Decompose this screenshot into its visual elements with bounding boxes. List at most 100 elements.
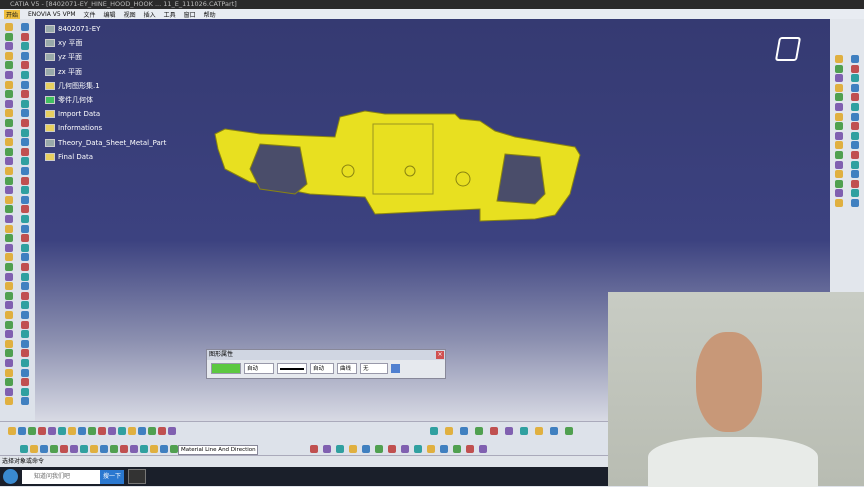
toolbar-icon[interactable] (150, 445, 158, 453)
toolbar-icon[interactable] (835, 179, 843, 188)
toolbar-icon[interactable] (5, 186, 13, 195)
toolbar-icon[interactable] (21, 311, 29, 319)
toolbar-icon[interactable] (5, 339, 13, 348)
toolbar-icon[interactable] (110, 445, 118, 453)
toolbar-icon[interactable] (21, 205, 29, 214)
menu-insert[interactable]: 插入 (144, 10, 156, 19)
tree-item-theory-data[interactable]: Theory_Data_Sheet_Metal_Part (40, 136, 166, 150)
toolbar-icon[interactable] (835, 55, 843, 63)
toolbar-icon[interactable] (21, 291, 29, 300)
catia-task-icon[interactable] (128, 469, 146, 484)
toolbar-icon[interactable] (851, 189, 859, 198)
toolbar-icon[interactable] (323, 445, 331, 453)
start-button[interactable] (3, 469, 18, 484)
toolbar-icon[interactable] (5, 387, 13, 396)
point-type-select[interactable]: 曲线 (337, 363, 357, 374)
toolbar-icon[interactable] (835, 122, 843, 131)
toolbar-icon[interactable] (5, 205, 13, 214)
toolbar-icon[interactable] (851, 122, 859, 131)
toolbar-icon[interactable] (21, 339, 29, 348)
layer-select[interactable]: 无 (360, 363, 388, 374)
toolbar-icon[interactable] (21, 128, 29, 137)
search-button[interactable]: 搜一下 (100, 470, 124, 484)
toolbar-icon[interactable] (5, 23, 13, 31)
toolbar-icon[interactable] (5, 272, 13, 281)
toolbar-icon[interactable] (349, 445, 357, 453)
toolbar-icon[interactable] (70, 445, 78, 453)
toolbar-icon[interactable] (21, 119, 29, 127)
specification-tree[interactable]: 8402071-EY xy 平面 yz 平面 zx 平面 几何图形集.1 零件几… (40, 22, 166, 164)
toolbar-icon[interactable] (21, 397, 29, 406)
toolbar-icon[interactable] (851, 160, 859, 169)
toolbar-icon[interactable] (21, 186, 29, 195)
toolbar-icon[interactable] (851, 55, 859, 63)
menu-help[interactable]: 帮助 (204, 10, 216, 19)
toolbar-icon[interactable] (5, 311, 13, 319)
toolbar-icon[interactable] (5, 51, 13, 60)
toolbar-icon[interactable] (5, 195, 13, 204)
toolbar-icon[interactable] (21, 32, 29, 41)
toolbar-icon[interactable] (5, 243, 13, 252)
toolbar-icon[interactable] (505, 427, 513, 435)
toolbar-icon[interactable] (21, 387, 29, 396)
toolbar-icon[interactable] (28, 427, 36, 435)
toolbar-icon[interactable] (445, 427, 453, 435)
toolbar-icon[interactable] (38, 427, 46, 435)
toolbar-icon[interactable] (140, 445, 148, 453)
toolbar-icon[interactable] (835, 103, 843, 111)
tree-item-informations[interactable]: Informations (40, 121, 166, 135)
painter-icon[interactable] (391, 364, 400, 373)
toolbar-icon[interactable] (5, 128, 13, 137)
toolbar-icon[interactable] (21, 195, 29, 204)
toolbar-icon[interactable] (5, 330, 13, 339)
toolbar-icon[interactable] (21, 80, 29, 89)
toolbar-icon[interactable] (5, 99, 13, 108)
toolbar-icon[interactable] (427, 445, 435, 453)
toolbar-icon[interactable] (90, 445, 98, 453)
toolbar-icon[interactable] (21, 320, 29, 329)
toolbar-icon[interactable] (535, 427, 543, 435)
toolbar-icon[interactable] (5, 349, 13, 358)
search-input[interactable]: 知道问我们吧 (22, 470, 100, 484)
toolbar-icon[interactable] (851, 199, 859, 207)
toolbar-icon[interactable] (835, 131, 843, 140)
toolbar-icon[interactable] (50, 445, 58, 453)
toolbar-icon[interactable] (21, 349, 29, 358)
menu-start[interactable]: 开始 (4, 9, 21, 19)
toolbar-icon[interactable] (851, 170, 859, 179)
toolbar-icon[interactable] (520, 427, 528, 435)
toolbar-icon[interactable] (8, 427, 16, 435)
close-icon[interactable]: × (436, 351, 444, 359)
compass-icon[interactable] (774, 37, 802, 61)
toolbar-icon[interactable] (5, 378, 13, 387)
toolbar-icon[interactable] (5, 167, 13, 175)
material-select[interactable]: Material Line And Direction (178, 445, 258, 455)
toolbar-icon[interactable] (21, 109, 29, 118)
toolbar-icon[interactable] (5, 282, 13, 291)
toolbar-icon[interactable] (5, 291, 13, 300)
toolbar-icon[interactable] (5, 32, 13, 41)
toolbar-icon[interactable] (5, 61, 13, 70)
toolbar-icon[interactable] (21, 378, 29, 387)
toolbar-icon[interactable] (21, 99, 29, 108)
toolbar-icon[interactable] (550, 427, 558, 435)
toolbar-icon[interactable] (21, 253, 29, 262)
toolbar-icon[interactable] (440, 445, 448, 453)
toolbar-icon[interactable] (388, 445, 396, 453)
line-thickness-select[interactable] (277, 363, 307, 374)
toolbar-icon[interactable] (30, 445, 38, 453)
graphic-properties-toolbar[interactable]: 图形属性 × 自动 自动 曲线 无 (206, 349, 446, 379)
toolbar-icon[interactable] (21, 359, 29, 367)
toolbar-icon[interactable] (5, 301, 13, 310)
menu-tools[interactable]: 工具 (164, 10, 176, 19)
toolbar-icon[interactable] (21, 234, 29, 243)
toolbar-icon[interactable] (160, 445, 168, 453)
tree-root[interactable]: 8402071-EY (40, 22, 166, 36)
toolbar-icon[interactable] (88, 427, 96, 435)
toolbar-icon[interactable] (5, 147, 13, 156)
toolbar-icon[interactable] (21, 330, 29, 339)
toolbar-icon[interactable] (80, 445, 88, 453)
toolbar-icon[interactable] (5, 234, 13, 243)
toolbar-icon[interactable] (21, 282, 29, 291)
toolbar-icon[interactable] (336, 445, 344, 453)
